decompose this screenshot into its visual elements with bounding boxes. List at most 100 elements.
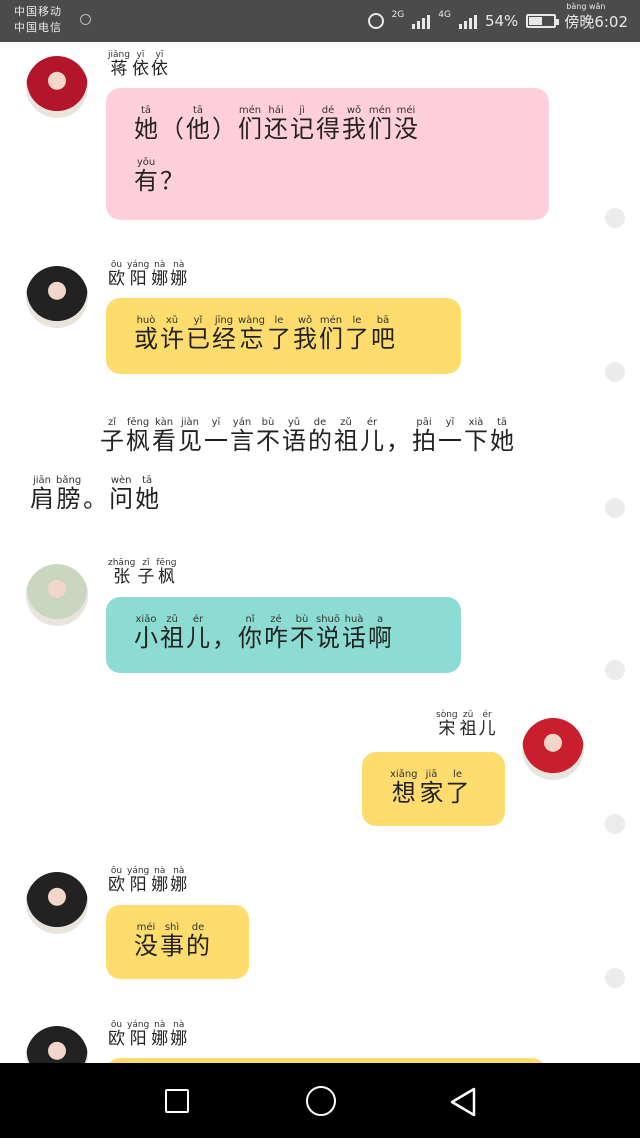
character: jiā 家 — [420, 770, 444, 808]
character: nà 娜 — [170, 260, 187, 290]
hanzi: 得 — [316, 115, 340, 143]
hanzi: 她 — [134, 115, 158, 143]
sender-name-line: ōu 欧 yáng 阳 nà 娜 nà 娜 — [108, 866, 189, 896]
avatar[interactable] — [26, 56, 88, 118]
message-line: xiǎo 小 zǔ 祖 ér 儿， nǐ 你 zé 咋 bù 不 shuō 说 huà 话 a 啊 — [134, 615, 433, 653]
hanzi: 娜 — [170, 875, 188, 895]
message-bubble[interactable]: méi 没 shì 事 de 的 — [106, 905, 249, 979]
message-status-dot — [605, 362, 625, 382]
character: zhāng 张 — [108, 558, 135, 588]
hanzi: 阳 — [129, 269, 147, 289]
hanzi: 祖 — [459, 719, 477, 739]
character: mén 们 — [238, 106, 262, 144]
character: zǔ 祖 — [460, 710, 477, 740]
character: jiàn 见 — [178, 418, 202, 456]
character: fēng 枫 — [156, 558, 176, 588]
character: jiǎng 蒋 — [108, 50, 130, 80]
message-status-dot — [605, 814, 625, 834]
hanzi: 欧 — [108, 1029, 125, 1049]
character: ōu 欧 — [108, 1020, 125, 1050]
message-bubble[interactable]: xiǎng 想 jiā 家 le 了 — [362, 752, 505, 826]
character: tā 她 — [490, 418, 514, 456]
hanzi: 不 — [290, 624, 314, 652]
character: yǒu 有 — [134, 157, 158, 196]
hanzi: 了 — [445, 779, 470, 807]
avatar[interactable] — [26, 266, 88, 328]
character: yī 依 — [132, 50, 149, 80]
hanzi: 欧 — [108, 875, 125, 895]
character: de 的 — [186, 923, 210, 961]
avatar[interactable] — [522, 718, 584, 780]
character: nà 娜 — [151, 866, 168, 896]
hanzi: 她 — [490, 427, 514, 455]
character: yáng 阳 — [127, 866, 149, 896]
message-bubble[interactable]: huò 或 xǔ 许 yǐ 已 jīng 经 wàng 忘 le 了 wǒ 我 mén 们 le 了 bā 吧 — [106, 298, 461, 374]
character: kàn 看 — [152, 418, 176, 456]
character: yǐ 已 — [186, 316, 210, 354]
hanzi: 了 — [267, 325, 291, 353]
hanzi: 言 — [230, 427, 254, 455]
hanzi: 想 — [391, 779, 416, 807]
hanzi: 祖 — [334, 427, 358, 455]
character: ， — [386, 418, 410, 456]
character: （ — [160, 106, 184, 144]
hanzi: 依 — [131, 59, 149, 79]
hanzi: 一 — [438, 427, 462, 455]
sender-name: sòng 宋 zǔ 祖 ér 儿 — [436, 710, 498, 740]
character: ， — [212, 615, 236, 653]
home-button[interactable] — [306, 1086, 336, 1116]
character: ér 儿 — [479, 710, 496, 740]
network-2g-label: 2G — [391, 9, 405, 20]
character: shuō 说 — [316, 615, 340, 653]
hanzi: 还 — [264, 115, 288, 143]
hanzi: 语 — [282, 427, 306, 455]
hanzi: ， — [212, 624, 236, 652]
hanzi: 见 — [178, 427, 202, 455]
character: tā 她 — [135, 476, 159, 514]
sender-name-line: ōu 欧 yáng 阳 nà 娜 nà 娜 — [108, 260, 189, 290]
character: nà 娜 — [170, 1020, 187, 1050]
back-button[interactable] — [450, 1087, 476, 1117]
character: yáng 阳 — [127, 1020, 149, 1050]
hanzi: 们 — [368, 115, 392, 143]
recent-apps-button[interactable] — [165, 1089, 189, 1113]
character: ér 儿 — [360, 418, 384, 456]
avatar[interactable] — [26, 564, 88, 626]
status-bar: 中国移动 中国电信 2G 4G 54% bàng wǎn 傍晚6:02 — [0, 0, 640, 42]
hanzi: 他 — [186, 115, 210, 143]
hanzi: 子 — [100, 427, 124, 455]
hanzi: 的 — [308, 427, 332, 455]
hanzi: 阳 — [129, 875, 147, 895]
hanzi: 啊 — [368, 624, 393, 652]
clock: bàng wǎn 傍晚6:02 — [564, 2, 628, 32]
hanzi: 说 — [316, 624, 340, 652]
character: jì 记 — [290, 106, 314, 144]
message-bubble[interactable]: tā 她（tā 他） mén 们 hái 还 jì 记 dé 得 wǒ 我 mén 们 méi 没 yǒu 有？ — [106, 88, 549, 220]
hanzi: ） — [212, 115, 236, 143]
avatar[interactable] — [26, 872, 88, 934]
sender-name: ōu 欧 yáng 阳 nà 娜 nà 娜 — [108, 1020, 189, 1050]
character: xǔ 许 — [160, 316, 184, 354]
character: tā 她 — [134, 106, 158, 144]
carrier-2: 中国电信 — [14, 21, 62, 34]
message-status-dot — [605, 968, 625, 988]
hanzi: 问 — [109, 485, 134, 513]
character: ōu 欧 — [108, 866, 125, 896]
sender-name-line: sòng 宋 zǔ 祖 ér 儿 — [436, 710, 498, 740]
hanzi: 忘 — [239, 325, 264, 353]
signal-icon — [412, 13, 431, 29]
hanzi: 我 — [342, 115, 366, 143]
message-line: tā 她（tā 他） mén 们 hái 还 jì 记 dé 得 wǒ 我 mén 们 méi 没 — [134, 106, 521, 144]
hanzi: 没 — [394, 115, 418, 143]
character: pāi 拍 — [412, 418, 436, 456]
hanzi: 儿 — [478, 719, 496, 739]
hanzi: 你 — [238, 624, 262, 652]
character: hái 还 — [264, 106, 288, 144]
character: nà 娜 — [151, 1020, 168, 1050]
character: zǐ 子 — [137, 558, 154, 588]
message-line: méi 没 shì 事 de 的 — [134, 923, 221, 961]
character: jīng 经 — [212, 316, 236, 354]
hanzi: 蒋 — [110, 59, 128, 79]
hanzi: 们 — [319, 325, 343, 353]
message-bubble[interactable]: xiǎo 小 zǔ 祖 ér 儿， nǐ 你 zé 咋 bù 不 shuō 说 huà 话 a 啊 — [106, 597, 461, 673]
